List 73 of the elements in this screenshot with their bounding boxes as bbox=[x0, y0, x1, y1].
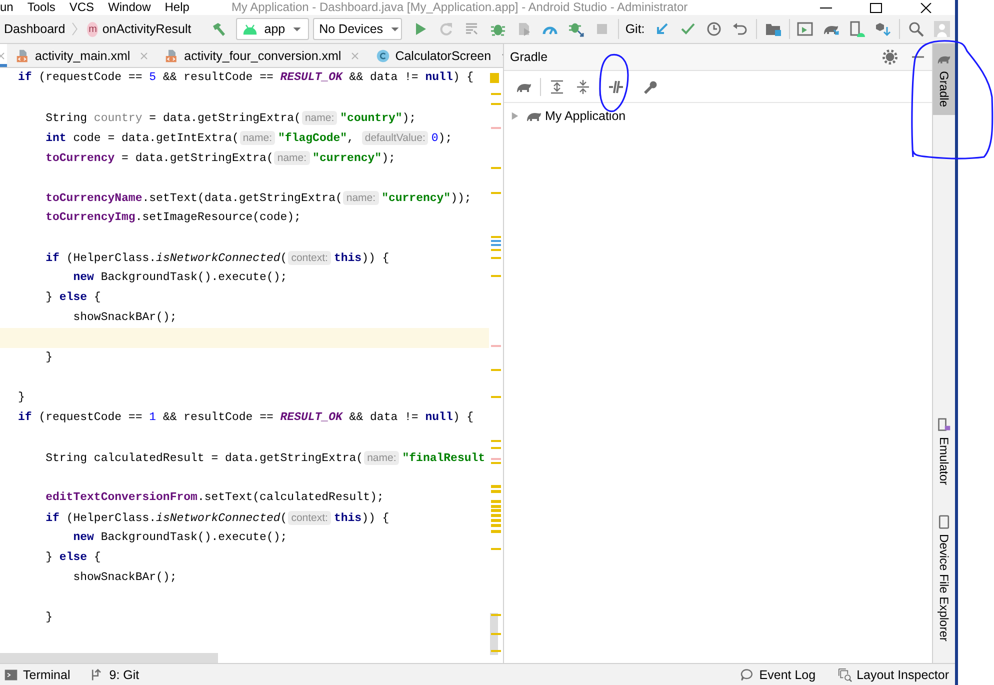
code-line: if (requestCode == 5 && resultCode == RESULT_OK && data != null) { bbox=[18, 70, 474, 86]
tool-window-button[interactable]: 9: Git bbox=[90, 668, 140, 682]
attach-debugger-icon[interactable] bbox=[568, 21, 584, 37]
breadcrumb[interactable]: Dashboard bbox=[4, 22, 66, 36]
editor-tab[interactable]: activity_main.xml bbox=[7, 44, 156, 67]
terminal-icon bbox=[4, 668, 18, 682]
horizontal-scrollbar[interactable] bbox=[0, 653, 218, 663]
menu-item[interactable]: VCS bbox=[69, 0, 94, 15]
code-line: } else { bbox=[44, 290, 101, 306]
code-line: int code = data.getIntExtra( name: "flagCode", defaultValue: 0); bbox=[44, 130, 452, 146]
screen-icon[interactable] bbox=[797, 21, 814, 37]
phone-icon bbox=[937, 514, 951, 529]
code-line: String calculatedResult = data.getStringExtra( name: "finalResult bbox=[44, 450, 486, 466]
tool-window-tab[interactable]: Device File Explorer bbox=[933, 506, 955, 649]
code-line: if (HelperClass.isNetworkConnected( context: this)) { bbox=[44, 250, 390, 266]
code-line: editTextConversionFrom.setText(calculatedResult); bbox=[44, 490, 384, 506]
tool-window-button[interactable]: Layout Inspector bbox=[838, 668, 949, 682]
method-badge: m bbox=[87, 22, 98, 36]
code-line: } bbox=[18, 390, 25, 406]
offline-toggle-icon[interactable] bbox=[608, 78, 624, 94]
code-line: } bbox=[44, 610, 53, 626]
panel-title: Gradle bbox=[510, 50, 549, 64]
code-line: new BackgroundTask().execute(); bbox=[72, 270, 288, 286]
speech-bubble-icon bbox=[740, 668, 754, 682]
search-icon[interactable] bbox=[908, 21, 924, 37]
xml-file-icon bbox=[16, 48, 30, 62]
editor-tab[interactable]: CalculatorScreen bbox=[367, 44, 500, 67]
wrench-icon[interactable] bbox=[642, 78, 658, 94]
editor-tab[interactable] bbox=[0, 44, 7, 67]
code-line: String country = data.getStringExtra( name: "country"); bbox=[44, 110, 416, 126]
tree-item[interactable]: My Application bbox=[545, 109, 626, 123]
code-line: showSnackBAr(); bbox=[72, 570, 177, 586]
package-icon[interactable] bbox=[875, 21, 892, 37]
menu-item[interactable]: Tools bbox=[27, 0, 56, 15]
folder-icon[interactable] bbox=[764, 21, 781, 37]
editor-tab[interactable]: activity_four_conversion.xml bbox=[156, 44, 368, 67]
breadcrumb[interactable]: onActivityResult bbox=[102, 22, 192, 36]
tool-window-button[interactable]: Terminal bbox=[4, 668, 70, 682]
code-line: if (requestCode == 1 && resultCode == RESULT_OK && data != null) { bbox=[18, 410, 474, 426]
code-line: toCurrencyName.setText(data.getStringExtra( name: "currency")); bbox=[44, 190, 472, 206]
menu-item[interactable]: Window bbox=[108, 0, 151, 15]
vcs-label: Git: bbox=[625, 22, 645, 36]
clock-icon[interactable] bbox=[706, 21, 722, 37]
menu-item[interactable]: un bbox=[0, 0, 14, 15]
collapse-all-icon[interactable] bbox=[575, 78, 591, 94]
emulator-icon bbox=[937, 418, 951, 432]
maximize-icon[interactable] bbox=[870, 2, 882, 12]
code-line: if (HelperClass.isNetworkConnected( context: this)) { bbox=[44, 510, 390, 526]
menu-item[interactable]: Help bbox=[164, 0, 190, 15]
hammer-icon[interactable] bbox=[211, 21, 228, 37]
xml-file-icon bbox=[165, 48, 180, 62]
class-icon bbox=[376, 48, 390, 62]
settings-icon[interactable] bbox=[882, 49, 898, 65]
run-config-dropdown[interactable]: app bbox=[236, 18, 310, 40]
tool-window-button[interactable]: Event Log bbox=[740, 668, 816, 682]
device-dropdown[interactable]: No Devices bbox=[313, 18, 402, 40]
restart-icon[interactable] bbox=[438, 21, 454, 37]
code-line: toCurrencyImg.setImageResource(code); bbox=[44, 210, 301, 226]
expand-arrow-icon[interactable] bbox=[510, 111, 520, 121]
check-icon[interactable] bbox=[680, 21, 696, 37]
inspector-icon bbox=[838, 668, 852, 682]
tool-window-tab[interactable]: Emulator bbox=[933, 410, 955, 493]
tool-window-tab[interactable]: Gradle bbox=[933, 44, 955, 116]
undo-icon[interactable] bbox=[732, 21, 748, 37]
close-icon[interactable] bbox=[920, 2, 932, 12]
phone-icon[interactable] bbox=[849, 21, 866, 37]
expand-all-icon[interactable] bbox=[549, 78, 565, 94]
code-line: showSnackBAr(); bbox=[72, 310, 177, 326]
code-line: toCurrency = data.getStringExtra( name: "currency"); bbox=[44, 150, 396, 166]
window-title: My Application - Dashboard.java [My_Application.app] - Android Studio - Administrator bbox=[231, 0, 688, 15]
code-line: } bbox=[44, 350, 53, 366]
code-line: } else { bbox=[44, 550, 101, 566]
code-line: new BackgroundTask().execute(); bbox=[72, 530, 288, 546]
